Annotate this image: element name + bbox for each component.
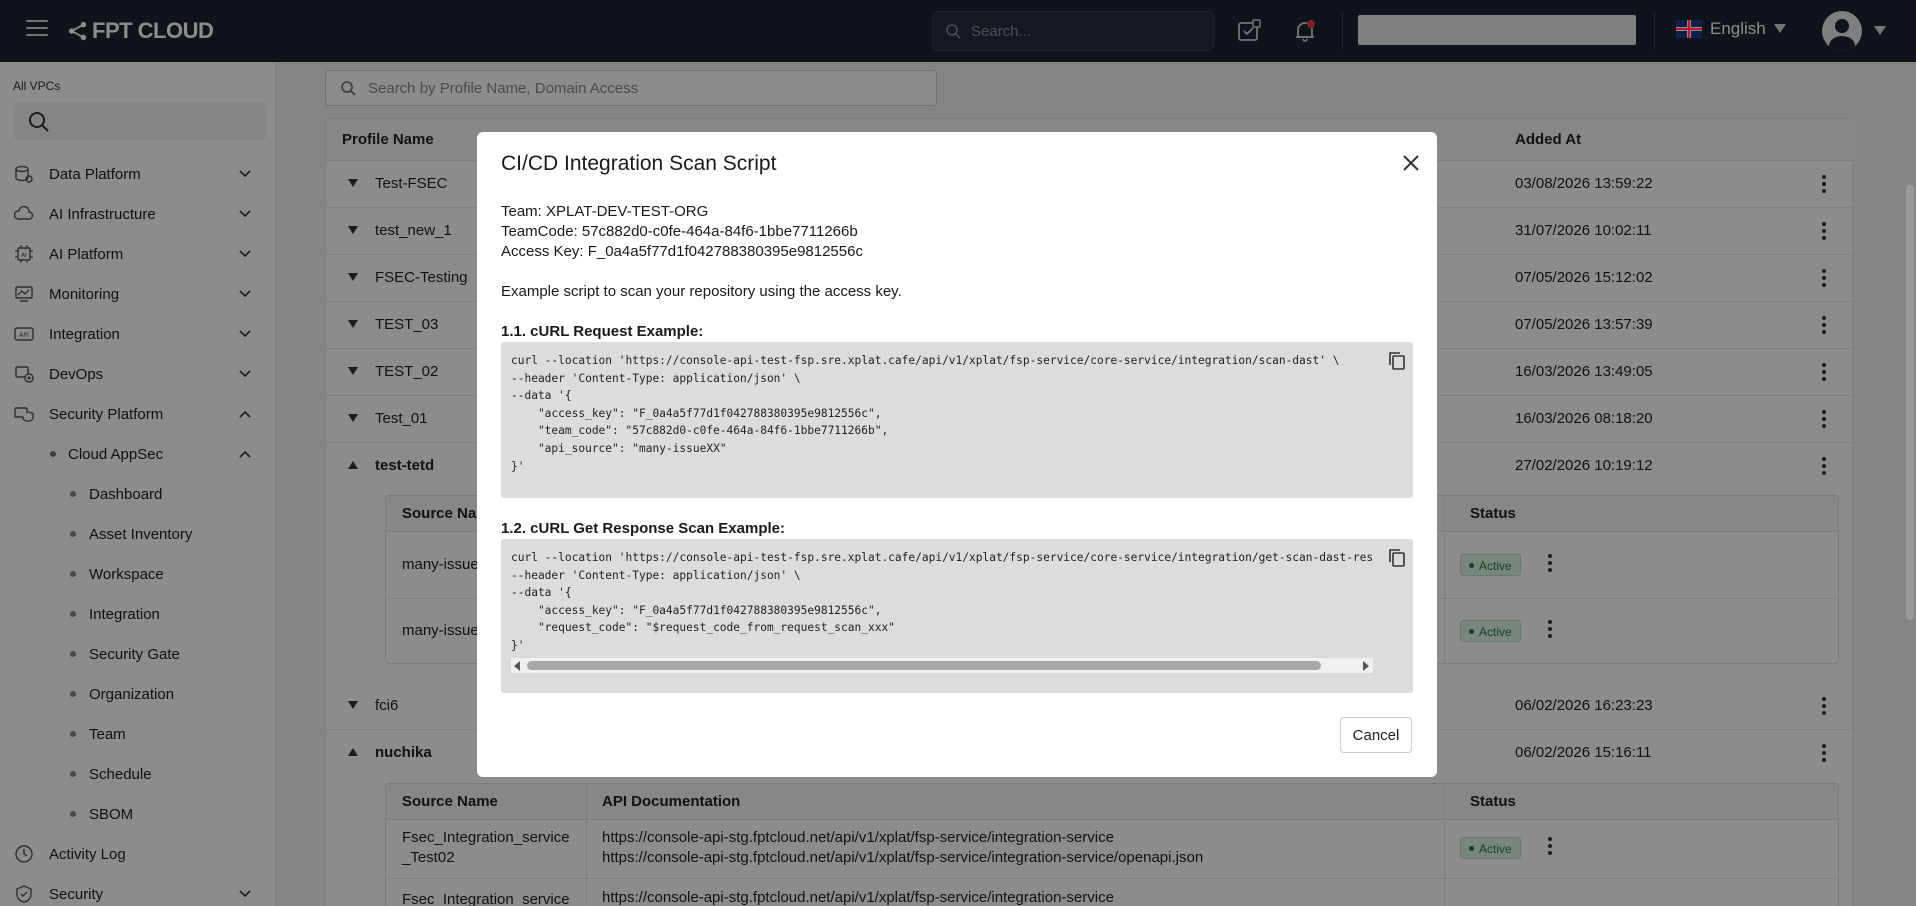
code-request: curl --location 'https://console-api-tes…: [511, 354, 1340, 473]
access-key-info: Access Key: F_0a4a5f77d1f042788380395e98…: [501, 243, 863, 260]
code-block-request[interactable]: curl --location 'https://console-api-tes…: [501, 342, 1413, 498]
code-block-response[interactable]: curl --location 'https://console-api-tes…: [501, 539, 1413, 693]
page-scrollbar[interactable]: [1906, 185, 1914, 620]
modal-description: Example script to scan your repository u…: [501, 283, 902, 300]
scan-script-modal: CI/CD Integration Scan Script Team: XPLA…: [477, 132, 1437, 777]
scroll-left-icon[interactable]: [514, 661, 520, 671]
cancel-button[interactable]: Cancel: [1340, 717, 1412, 753]
copy-icon[interactable]: [1388, 351, 1406, 371]
code-response: curl --location 'https://console-api-tes…: [511, 551, 1373, 652]
modal-title: CI/CD Integration Scan Script: [501, 152, 777, 175]
scrollbar-thumb[interactable]: [527, 661, 1321, 670]
team-info: Team: XPLAT-DEV-TEST-ORG: [501, 203, 709, 220]
code-horizontal-scrollbar[interactable]: [511, 658, 1373, 673]
section-response-title: 1.2. cURL Get Response Scan Example:: [501, 520, 785, 537]
copy-icon[interactable]: [1388, 548, 1406, 568]
section-request-title: 1.1. cURL Request Example:: [501, 323, 704, 340]
team-code-info: TeamCode: 57c882d0-c0fe-464a-84f6-1bbe77…: [501, 223, 858, 240]
close-icon[interactable]: [1402, 154, 1420, 172]
scroll-right-icon[interactable]: [1363, 661, 1369, 671]
